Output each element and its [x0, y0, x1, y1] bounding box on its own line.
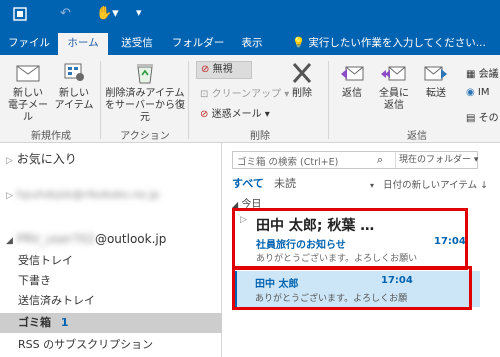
annotation-highlight-thread [232, 208, 468, 270]
folder-drafts[interactable]: 下書き [0, 271, 222, 291]
forward-icon [423, 61, 449, 85]
reply-all-icon [381, 61, 407, 85]
account-blurred[interactable]: ▷ hpuhdsjsk@rikokoko.ne.jp [0, 185, 222, 205]
annotation-highlight-child [232, 266, 472, 310]
group-label-new: 新規作成 [31, 131, 71, 142]
new-email-button[interactable]: 新しい 電子メール [6, 61, 50, 124]
ribbon-divider [328, 61, 329, 139]
account-outlook[interactable]: ◢ PRV_user702@outlook.jp [0, 229, 222, 249]
tab-file[interactable]: ファイル [4, 33, 54, 55]
forward-button[interactable]: 転送 [418, 61, 454, 100]
delete-button[interactable]: 削除 [282, 61, 322, 100]
chevron-down-icon: ▾ [370, 181, 375, 190]
new-items-button[interactable]: 新しい アイテム [52, 61, 96, 112]
arrow-down-icon: ↓ [480, 180, 489, 191]
tab-folder[interactable]: フォルダー [170, 33, 226, 55]
more-icon: ▤ [466, 113, 476, 124]
group-label-respond: 返信 [407, 131, 427, 142]
tell-me-box[interactable]: 💡 実行したい作業を入力してください... [292, 33, 486, 55]
search-icon[interactable]: ⌕ [377, 153, 383, 167]
tab-view[interactable]: 表示 [232, 33, 272, 55]
ignore-icon: ⊘ [201, 64, 210, 75]
cleanup-button[interactable]: ⊡ クリーンアップ ▾ [200, 85, 289, 100]
chevron-right-icon: ▷ [6, 191, 13, 201]
reply-icon [339, 61, 365, 85]
ignore-button[interactable]: ⊘ 無視 [196, 61, 252, 79]
search-box[interactable]: ゴミ箱 の検索 (Ctrl+E) ⌕ 現在のフォルダー ▾ [232, 151, 478, 169]
unread-count: 1 [60, 316, 69, 329]
undo-icon[interactable]: ↶ [60, 6, 71, 21]
meeting-button[interactable]: ▦ 会議 [466, 65, 499, 80]
folder-inbox[interactable]: 受信トレイ [0, 251, 222, 271]
new-items-icon [61, 61, 87, 85]
im-icon: ◉ [466, 87, 475, 98]
ribbon-tabs: ファイル ホーム 送受信 フォルダー 表示 💡 実行したい作業を入力してください… [0, 33, 500, 55]
filter-unread[interactable]: 未読 [274, 175, 296, 191]
title-bar: ↶ ✋▾ ▾ [0, 0, 500, 33]
folder-rss[interactable]: RSS のサブスクリプション [0, 335, 222, 355]
tab-send-receive[interactable]: 送受信 [112, 33, 162, 55]
ribbon-divider [188, 61, 189, 139]
restore-deleted-button[interactable]: 削除済みアイテム をサーバーから復元 [104, 61, 186, 124]
chevron-right-icon: ▷ [6, 156, 13, 166]
touch-mode-icon[interactable]: ✋▾ [96, 6, 119, 21]
more-respond-button[interactable]: ▤ その [466, 109, 499, 124]
folder-deleted[interactable]: ゴミ箱 1 [0, 313, 222, 333]
tab-home[interactable]: ホーム [58, 33, 108, 55]
reply-all-button[interactable]: 全員に 返信 [374, 61, 414, 112]
ribbon-divider [100, 61, 101, 139]
folder-pane: ▷ お気に入り ▷ hpuhdsjsk@rikokoko.ne.jp ◢ PRV… [0, 143, 222, 357]
folder-sent[interactable]: 送信済みトレイ [0, 291, 222, 311]
delete-x-icon [289, 61, 315, 85]
scope-dropdown[interactable]: 現在のフォルダー ▾ [395, 152, 478, 168]
reply-button[interactable]: 返信 [334, 61, 370, 100]
chevron-down-icon: ◢ [6, 236, 13, 246]
calendar-icon: ▦ [466, 69, 476, 80]
ribbon: 新しい 電子メール 新しい アイテム 新規作成 削除済みアイテム をサーバーから… [0, 55, 500, 143]
outlook-icon[interactable] [12, 6, 28, 26]
junk-icon: ⊘ [200, 109, 209, 120]
favorites-header[interactable]: ▷ お気に入り [0, 149, 222, 169]
im-button[interactable]: ◉ IM [466, 87, 490, 98]
chevron-down-icon: ▾ [473, 155, 479, 165]
group-label-action: アクション [120, 131, 170, 142]
sort-dropdown[interactable]: ▾ 日付の新しいアイテム ↓ [370, 177, 488, 191]
customize-toolbar-icon[interactable]: ▾ [136, 6, 142, 19]
junk-button[interactable]: ⊘ 迷惑メール ▾ [200, 105, 270, 120]
envelope-icon [15, 61, 41, 85]
filter-all[interactable]: すべて [232, 175, 264, 191]
recycle-bin-icon [132, 61, 158, 85]
group-label-delete: 削除 [250, 131, 270, 142]
search-input[interactable]: ゴミ箱 の検索 (Ctrl+E) [237, 154, 338, 168]
lightbulb-icon: 💡 [292, 37, 306, 49]
cleanup-icon: ⊡ [200, 89, 209, 100]
